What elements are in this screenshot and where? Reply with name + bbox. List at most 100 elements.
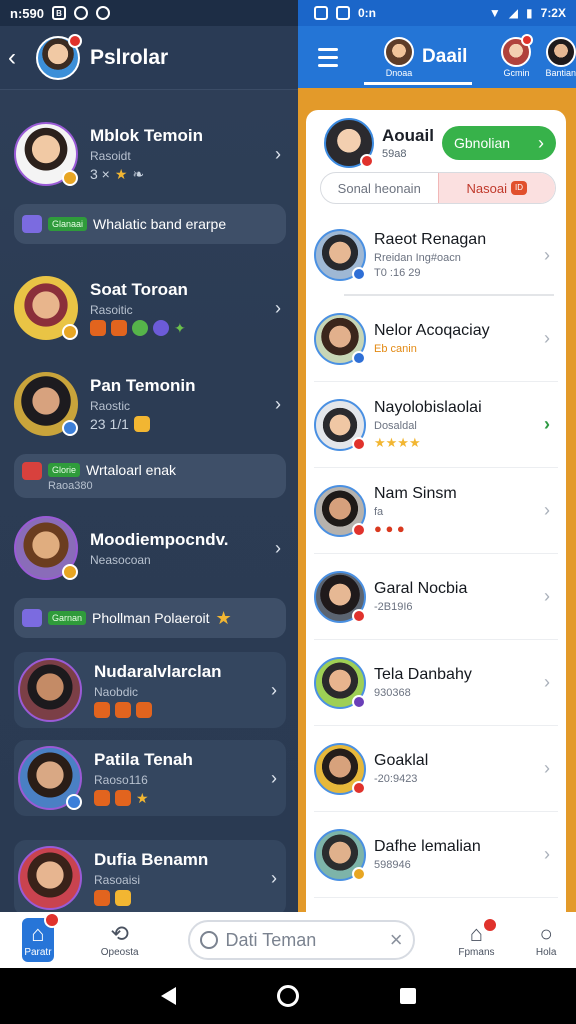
emoji-icon xyxy=(132,320,148,336)
wifi-icon: ▼ xyxy=(488,6,501,20)
nav-home[interactable]: ⌂ Paratr xyxy=(22,912,60,962)
contact-name: Nelor Acoqaciay xyxy=(374,322,490,339)
contact-sub: 930368 xyxy=(374,687,411,699)
segment-active[interactable]: Nasoai ID xyxy=(437,173,555,203)
contact-sub: -2B19I6 xyxy=(374,601,413,613)
star-icon: ✦ xyxy=(174,319,186,336)
profile-avatar[interactable] xyxy=(36,33,82,80)
tab-group[interactable]: Gcmin xyxy=(501,33,534,78)
friend-row[interactable]: Patila Tenah Raoso116 ★ › xyxy=(14,740,286,816)
clear-icon[interactable]: × xyxy=(390,927,403,953)
tab-title[interactable]: Daail xyxy=(422,46,467,68)
menu-icon[interactable] xyxy=(318,47,339,67)
chevron-right-icon: › xyxy=(275,537,281,558)
tab-small-label: Bantian xyxy=(545,67,576,78)
house-icon: ⌂ xyxy=(469,920,484,946)
status-tag: Glanaai xyxy=(48,217,88,231)
status-sub: Raoa380 xyxy=(48,480,93,492)
tab-other[interactable]: Bantian xyxy=(545,36,576,78)
gold-icon xyxy=(133,416,150,432)
chevron-right-icon: › xyxy=(271,867,277,888)
nav-label: Opeosta xyxy=(100,946,139,958)
segment-social[interactable]: Sonal heonain xyxy=(321,173,438,203)
avatar xyxy=(18,846,82,910)
stat-text: 23 1/1 xyxy=(90,416,129,432)
tab-profile[interactable]: Dnoaa xyxy=(384,36,415,78)
status-pill[interactable]: Glorie Wrtaloarl enak Raoa380 xyxy=(14,454,286,498)
star-icon: ★ xyxy=(114,165,128,182)
list-item[interactable]: Garal Nocbia -2B19I6 › xyxy=(314,554,558,640)
contact-name: Tela Danbahy xyxy=(374,666,472,683)
friend-row[interactable]: Nudaralvlarclan Naobdic › xyxy=(14,652,286,728)
recents-icon[interactable] xyxy=(399,988,416,1004)
reward-icon xyxy=(115,790,131,806)
list-item[interactable]: Nelor Acoqaciay Eb canin › xyxy=(314,296,558,382)
detail-panel: Dnoaa Daail Gcmin Bantian Aouail 59a8 Gb… xyxy=(298,26,576,912)
contact-sub: 598946 xyxy=(374,859,411,871)
selected-sub: 59a8 xyxy=(382,148,407,160)
system-navigation xyxy=(0,968,576,1024)
reward-icon xyxy=(94,790,110,806)
friend-row[interactable]: Mblok Temoin Rasoidt 3 × ★ ❧ › xyxy=(14,122,286,186)
avatar xyxy=(314,484,366,537)
contact-sub: fa xyxy=(374,506,384,518)
level-badge xyxy=(62,420,78,436)
nav-friends[interactable]: ⌂ Fpmans xyxy=(437,916,517,958)
reward-icon xyxy=(94,890,110,906)
nav-operations[interactable]: ⟲ Opeosta xyxy=(80,922,160,958)
status-pill[interactable]: Garnan Phollman Polaeroit ★ xyxy=(14,598,286,638)
status-bar-right: 0:n ▼ ◢ ▮ 7:2X xyxy=(298,0,576,26)
friend-sub: Rasoidt xyxy=(90,148,131,163)
friend-row[interactable]: Dufia Benamn Rasoaisi › xyxy=(14,840,286,912)
avatar xyxy=(18,746,82,810)
search-input[interactable]: Dati Teman × xyxy=(187,920,415,960)
list-item[interactable]: Goaklal -20:9423 › xyxy=(314,726,558,812)
reward-icon xyxy=(90,320,106,336)
friend-row[interactable]: Moodiempocndv. Neasocoan › xyxy=(14,516,286,580)
home-icon xyxy=(22,462,42,480)
battery-icon: ▮ xyxy=(526,6,533,20)
back-icon[interactable] xyxy=(160,987,176,1005)
status-badge xyxy=(352,436,366,451)
friend-sub: Raoso116 xyxy=(94,772,148,787)
notification-badge xyxy=(482,916,499,933)
contact-name: Nam Sinsm xyxy=(374,485,457,502)
chevron-right-icon: › xyxy=(271,679,277,700)
chevron-right-icon: › xyxy=(544,414,550,434)
list-item[interactable]: Nayolobislaolai Dosaldal ★★★★ › xyxy=(314,382,558,468)
nav-help[interactable]: ○ Hola xyxy=(516,922,576,958)
tab-small-label: Dnoaa xyxy=(385,67,413,78)
reward-icon xyxy=(94,702,110,718)
left-header: ‹ Pslrolar xyxy=(0,26,298,90)
action-button[interactable]: Gbnolian › xyxy=(442,126,556,160)
nav-label: Fpmans xyxy=(458,946,495,958)
avatar xyxy=(314,570,366,623)
notification-icon: B xyxy=(51,6,66,20)
list-item[interactable]: Nam Sinsm fa ● ● ● › xyxy=(314,468,558,554)
back-arrow-icon[interactable]: ‹ xyxy=(8,44,26,72)
friend-row[interactable]: Soat Toroan Rasoitic ✦ › xyxy=(14,276,286,340)
avatar xyxy=(314,398,366,451)
right-header: Dnoaa Daail Gcmin Bantian xyxy=(298,26,576,88)
avatar xyxy=(14,516,78,580)
home-button-icon[interactable] xyxy=(276,985,299,1007)
status-badge xyxy=(352,522,366,537)
app-notification-icon xyxy=(73,6,88,20)
list-item[interactable]: Tela Danbahy 930368 › xyxy=(314,640,558,726)
bottom-navigation: ⌂ Paratr ⟲ Opeosta Dati Teman × ⌂ Fpmans… xyxy=(0,912,576,968)
contact-name: Raeot Renagan xyxy=(374,231,487,248)
segment-badge: ID xyxy=(510,181,527,195)
selected-avatar[interactable] xyxy=(324,118,374,168)
friend-row[interactable]: Pan Temonin Raostic 23 1/1 › xyxy=(14,372,286,436)
status-text: Whalatic band erarpe xyxy=(93,216,227,232)
emoji-icon xyxy=(153,320,169,336)
sim-icon xyxy=(314,6,328,20)
notification-badge xyxy=(68,33,82,48)
notification-badge xyxy=(43,912,60,928)
friend-sub: Rasoaisi xyxy=(94,873,141,887)
status-pill[interactable]: Glanaai Whalatic band erarpe xyxy=(14,204,286,244)
status-text: Wrtaloarl enak xyxy=(86,462,177,478)
list-item[interactable]: Dafhe lemalian 598946 › xyxy=(314,812,558,898)
chevron-right-icon: › xyxy=(544,844,550,864)
list-item[interactable]: Raeot Renagan Rreidan Ing#oacn T0 :16 29… xyxy=(314,212,558,298)
